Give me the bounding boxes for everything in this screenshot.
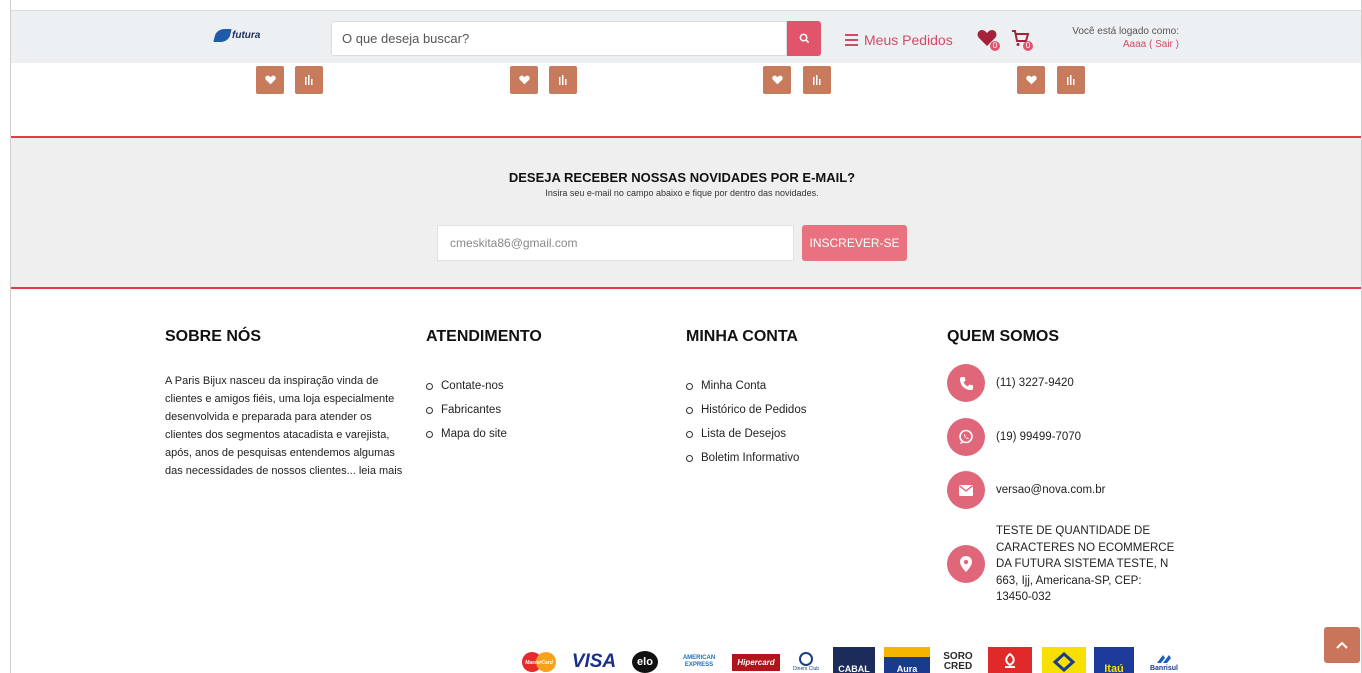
address-text: TESTE DE QUANTIDADE DE CARACTERES NO ECO…	[996, 525, 1175, 603]
circle-bullet-icon	[426, 406, 433, 414]
whatsapp-number: (19) 99499-7070	[996, 430, 1082, 443]
logo[interactable]: futura	[213, 29, 261, 42]
heart-icon	[771, 75, 783, 85]
phone-number: (11) 3227-9420	[996, 376, 1074, 389]
menu-icon	[845, 34, 858, 46]
who-title: QUEM SOMOS	[947, 328, 1060, 345]
cabal-logo: CABAL	[833, 647, 875, 673]
add-to-wishlist-button[interactable]	[256, 66, 284, 94]
my-orders-link[interactable]: Meus Pedidos	[845, 32, 953, 48]
wishlist-count: 0	[990, 41, 1000, 51]
user-name: Aaaa	[1122, 39, 1147, 50]
bar-chart-icon	[1067, 75, 1075, 85]
email-address[interactable]: versao@nova.com.br	[996, 482, 1105, 499]
logged-as-label: Você está logado como:	[1072, 26, 1179, 37]
add-to-wishlist-button[interactable]	[510, 66, 538, 94]
contact-phone: (11) 3227-9420	[947, 364, 1074, 402]
diners-text: Diners Club	[792, 666, 820, 672]
aura-logo: Aura	[884, 647, 930, 673]
banrisul-icon	[1157, 654, 1171, 663]
contact-whatsapp: (19) 99499-7070	[947, 418, 1081, 456]
cart-count: 0	[1023, 41, 1033, 51]
account-title: MINHA CONTA	[686, 328, 798, 345]
banco-do-brasil-icon	[1052, 652, 1076, 672]
logo-text: futura	[232, 30, 261, 41]
whatsapp-icon	[947, 418, 985, 456]
add-to-wishlist-button[interactable]	[763, 66, 791, 94]
heart-icon	[518, 75, 530, 85]
mastercard-logo: MasterCard	[517, 647, 561, 673]
scroll-to-top-button[interactable]	[1324, 627, 1360, 663]
order-history-link[interactable]: Histórico de Pedidos	[686, 398, 806, 422]
flame-icon	[1005, 652, 1015, 668]
map-pin-icon	[947, 545, 985, 584]
header-bar: futura Meus Pedidos 0 0 Você está logado…	[11, 10, 1361, 63]
circle-bullet-icon	[426, 430, 433, 438]
banco-do-brasil-logo	[1042, 647, 1086, 673]
about-text: A Paris Bijux nasceu da inspiração vinda…	[165, 375, 403, 477]
diners-logo: Diners Club	[787, 647, 825, 673]
circle-bullet-icon	[686, 406, 693, 414]
phone-icon	[947, 364, 985, 402]
service-title: ATENDIMENTO	[426, 328, 542, 345]
contact-link[interactable]: Contate-nos	[426, 374, 507, 398]
newsletter-subtitle: Insira seu e-mail no campo abaixo e fiqu…	[545, 188, 819, 198]
compare-button[interactable]	[549, 66, 577, 94]
sorocred-logo: SORO CRED	[943, 651, 973, 672]
about-title: SOBRE NÓS	[165, 328, 262, 345]
compare-button[interactable]	[803, 66, 831, 94]
my-orders-label: Meus Pedidos	[864, 32, 953, 48]
sitemap-link[interactable]: Mapa do site	[426, 422, 507, 446]
search-input[interactable]	[331, 21, 787, 56]
subscribe-button[interactable]: INSCREVER-SE	[802, 225, 907, 261]
elo-text: elo	[632, 651, 658, 673]
newsletter-title: DESEJA RECEBER NOSSAS NOVIDADES POR E-MA…	[508, 170, 856, 185]
banrisul-text: Banrisul	[1149, 664, 1178, 672]
itau-logo: Itaú	[1094, 647, 1134, 673]
visa-logo: VISA	[571, 651, 617, 672]
banrisul-logo: Banrisul	[1141, 647, 1187, 673]
envelope-icon	[947, 471, 985, 509]
heart-icon	[264, 75, 276, 85]
circle-bullet-icon	[686, 454, 693, 462]
elo-logo: elo	[629, 647, 661, 673]
wishlist-link[interactable]: Lista de Desejos	[686, 422, 806, 446]
hipercard-logo: Hipercard	[732, 647, 780, 673]
compare-button[interactable]	[295, 66, 323, 94]
mastercard-text: MasterCard	[525, 660, 553, 666]
wishlist-button[interactable]: 0	[977, 29, 1000, 52]
my-account-link[interactable]: Minha Conta	[686, 374, 806, 398]
add-to-wishlist-button[interactable]	[1017, 66, 1045, 94]
circle-bullet-icon	[686, 382, 693, 390]
cart-button[interactable]: 0	[1011, 29, 1033, 52]
hipercard-text: Hipercard	[732, 653, 780, 671]
manufacturers-link[interactable]: Fabricantes	[426, 398, 507, 422]
circle-bullet-icon	[686, 430, 693, 438]
account-links: Minha Conta Histórico de Pedidos Lista d…	[686, 374, 806, 470]
service-links: Contate-nos Fabricantes Mapa do site	[426, 374, 507, 446]
page: futura Meus Pedidos 0 0 Você está logado…	[10, 0, 1362, 673]
search-box	[331, 21, 821, 56]
diners-circle-icon	[799, 652, 813, 666]
search-icon	[799, 33, 809, 44]
newsletter-email-input[interactable]	[437, 225, 794, 261]
contact-email: versao@nova.com.br	[947, 471, 1105, 509]
newsletter-section: DESEJA RECEBER NOSSAS NOVIDADES POR E-MA…	[11, 136, 1361, 289]
compare-button[interactable]	[1057, 66, 1085, 94]
bar-chart-icon	[813, 75, 821, 85]
search-button[interactable]	[787, 21, 821, 56]
chevron-up-icon	[1336, 641, 1348, 649]
bar-chart-icon	[305, 75, 313, 85]
heart-icon	[1025, 75, 1037, 85]
santander-logo	[988, 647, 1032, 673]
newsletter-link[interactable]: Boletim Informativo	[686, 446, 806, 470]
bar-chart-icon	[559, 75, 567, 85]
logout-link[interactable]: ( Sair )	[1149, 39, 1179, 50]
user-info: Você está logado como: Aaaa ( Sair )	[1041, 25, 1179, 51]
amex-logo: AMERICAN EXPRESS	[682, 655, 716, 668]
contact-address: TESTE DE QUANTIDADE DE CARACTERES NO ECO…	[947, 523, 1176, 606]
logo-mark-icon	[213, 29, 232, 42]
circle-bullet-icon	[426, 382, 433, 390]
